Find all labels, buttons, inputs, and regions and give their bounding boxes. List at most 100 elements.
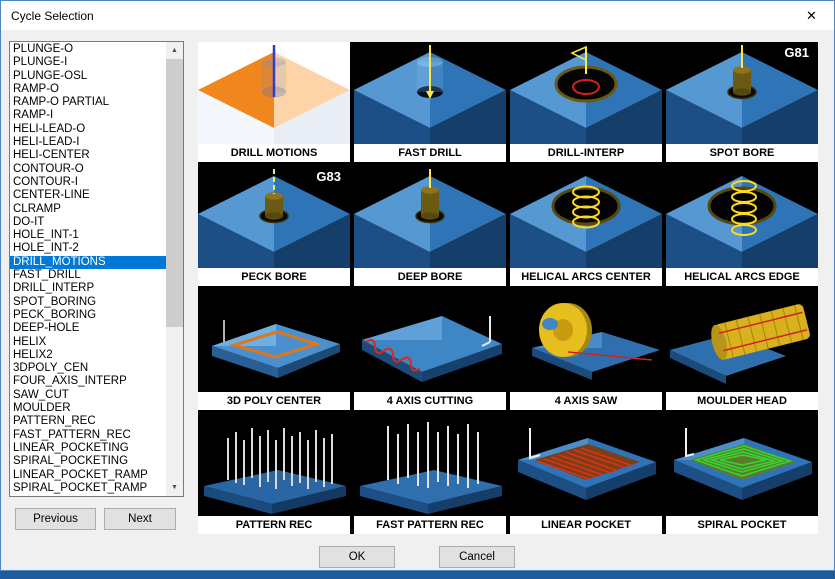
cycle-thumbnail-spot-bore[interactable]: G81 SPOT BORE <box>666 42 818 162</box>
list-item[interactable]: FOUR_AXIS_INTERP <box>10 375 166 388</box>
fast-drill-image <box>354 42 506 144</box>
thumbnail-caption: PECK BORE <box>198 268 350 286</box>
cycle-list: PLUNGE-O PLUNGE-I PLUNGE-OSL RAMP-O RAMP… <box>10 43 166 496</box>
list-item[interactable]: HOLE_INT-1 <box>10 229 166 242</box>
thumbnail-caption: 4 AXIS CUTTING <box>354 392 506 410</box>
list-item[interactable]: MOULDER <box>10 402 166 415</box>
list-item[interactable]: LINEAR_POCKETING <box>10 442 166 455</box>
helical-arcs-center-icon <box>510 166 662 268</box>
list-item[interactable]: LINEAR_POCKET_RAMP <box>10 469 166 482</box>
thumbnail-caption: DRILL MOTIONS <box>198 144 350 162</box>
ok-button[interactable]: OK <box>319 546 395 568</box>
cycle-thumbnail-4-axis-cutting[interactable]: 4 AXIS CUTTING <box>354 290 506 410</box>
list-item[interactable]: DRILL_INTERP <box>10 282 166 295</box>
cycle-thumbnail-3d-poly-center[interactable]: 3D POLY CENTER <box>198 290 350 410</box>
cancel-button[interactable]: Cancel <box>439 546 515 568</box>
cycle-thumbnail-helical-arcs-edge[interactable]: HELICAL ARCS EDGE <box>666 166 818 286</box>
cycle-thumbnail-fast-drill[interactable]: FAST DRILL <box>354 42 506 162</box>
linear-pocket-icon <box>510 414 662 516</box>
list-item[interactable]: SAW_CUT <box>10 389 166 402</box>
cycle-thumbnail-helical-arcs-center[interactable]: HELICAL ARCS CENTER <box>510 166 662 286</box>
thumbnail-caption: HELICAL ARCS EDGE <box>666 268 818 286</box>
cycle-listbox: PLUNGE-O PLUNGE-I PLUNGE-OSL RAMP-O RAMP… <box>9 41 184 497</box>
list-item[interactable]: HOLE_INT-2 <box>10 242 166 255</box>
helical-arcs-center-image <box>510 166 662 268</box>
list-item[interactable]: SPOT_BORING <box>10 296 166 309</box>
cycle-thumbnail-deep-bore[interactable]: DEEP BORE <box>354 166 506 286</box>
cycle-thumbnail-spiral-pocket[interactable]: SPIRAL POCKET <box>666 414 818 534</box>
list-item[interactable]: HELIX <box>10 336 166 349</box>
list-item[interactable]: RAMP-O <box>10 83 166 96</box>
3d-poly-center-image <box>198 290 350 392</box>
spiral-pocket-image <box>666 414 818 516</box>
titlebar: Cycle Selection ✕ <box>1 1 834 30</box>
list-item[interactable]: PATTERN_REC <box>10 415 166 428</box>
fast-pattern-rec-image <box>354 414 506 516</box>
pattern-rec-icon <box>198 414 350 516</box>
list-item[interactable]: CONTOUR-I <box>10 176 166 189</box>
badge-label: G81 <box>784 45 809 60</box>
list-item[interactable]: HELI-LEAD-I <box>10 136 166 149</box>
spiral-pocket-icon <box>666 414 818 516</box>
deep-bore-icon <box>354 166 506 268</box>
list-item[interactable]: 3DPOLY_CEN <box>10 362 166 375</box>
4-axis-cutting-icon <box>354 290 506 392</box>
scrollbar-thumb[interactable] <box>166 59 183 327</box>
pattern-rec-image <box>198 414 350 516</box>
list-item-selected[interactable]: DRILL_MOTIONS <box>10 256 166 269</box>
list-item[interactable]: HELIX2 <box>10 349 166 362</box>
drill-motions-icon <box>198 42 350 144</box>
4-axis-cutting-image <box>354 290 506 392</box>
3d-poly-center-icon <box>198 290 350 392</box>
spot-bore-image: G81 <box>666 42 818 144</box>
list-item[interactable]: PLUNGE-OSL <box>10 70 166 83</box>
thumbnail-caption: PATTERN REC <box>198 516 350 534</box>
next-button[interactable]: Next <box>104 508 176 530</box>
scroll-down-icon[interactable]: ▼ <box>166 479 183 496</box>
list-item[interactable]: PECK_BORING <box>10 309 166 322</box>
fast-pattern-rec-icon <box>354 414 506 516</box>
linear-pocket-image <box>510 414 662 516</box>
cycle-thumbnail-fast-pattern-rec[interactable]: FAST PATTERN REC <box>354 414 506 534</box>
deep-bore-image <box>354 166 506 268</box>
list-item[interactable]: DO-IT <box>10 216 166 229</box>
thumbnail-caption: 3D POLY CENTER <box>198 392 350 410</box>
cycle-thumbnail-drill-interp[interactable]: DRILL-INTERP <box>510 42 662 162</box>
cycle-thumbnail-4-axis-saw[interactable]: 4 AXIS SAW <box>510 290 662 410</box>
thumbnail-caption: SPOT BORE <box>666 144 818 162</box>
thumbnail-caption: MOULDER HEAD <box>666 392 818 410</box>
cycle-thumbnail-drill-motions[interactable]: DRILL MOTIONS <box>198 42 350 162</box>
helical-arcs-edge-icon <box>666 166 818 268</box>
list-item[interactable]: CLRAMP <box>10 203 166 216</box>
list-item[interactable]: PLUNGE-O <box>10 43 166 56</box>
list-item[interactable]: RAMP-O PARTIAL <box>10 96 166 109</box>
list-item[interactable]: HELI-LEAD-O <box>10 123 166 136</box>
4-axis-saw-icon <box>510 290 662 392</box>
thumbnail-caption: 4 AXIS SAW <box>510 392 662 410</box>
peck-bore-image: G83 <box>198 166 350 268</box>
list-item[interactable]: PLUNGE-I <box>10 56 166 69</box>
list-item[interactable]: CONTOUR-O <box>10 163 166 176</box>
cycle-thumbnail-moulder-head[interactable]: MOULDER HEAD <box>666 290 818 410</box>
list-item[interactable]: CENTER-LINE <box>10 189 166 202</box>
fast-drill-icon <box>354 42 506 144</box>
list-item[interactable]: HELI-CENTER <box>10 149 166 162</box>
thumbnail-caption: LINEAR POCKET <box>510 516 662 534</box>
thumbnail-caption: FAST PATTERN REC <box>354 516 506 534</box>
cycle-thumbnail-linear-pocket[interactable]: LINEAR POCKET <box>510 414 662 534</box>
4-axis-saw-image <box>510 290 662 392</box>
previous-button[interactable]: Previous <box>15 508 96 530</box>
list-item[interactable]: SPIRAL_POCKET_RAMP <box>10 482 166 495</box>
list-item[interactable]: RAMP-I <box>10 109 166 122</box>
list-item[interactable]: DEEP-HOLE <box>10 322 166 335</box>
list-item[interactable]: SPIRAL_POCKETING <box>10 455 166 468</box>
cycle-thumbnail-pattern-rec[interactable]: PATTERN REC <box>198 414 350 534</box>
list-item[interactable]: FAST_PATTERN_REC <box>10 429 166 442</box>
helical-arcs-edge-image <box>666 166 818 268</box>
list-item[interactable]: FAST_DRILL <box>10 269 166 282</box>
cycle-thumbnail-peck-bore[interactable]: G83 PECK BORE <box>198 166 350 286</box>
badge-label: G83 <box>316 169 341 184</box>
close-icon[interactable]: ✕ <box>789 1 834 30</box>
scroll-up-icon[interactable]: ▲ <box>166 42 183 59</box>
list-scrollbar[interactable]: ▲ ▼ <box>166 42 183 496</box>
